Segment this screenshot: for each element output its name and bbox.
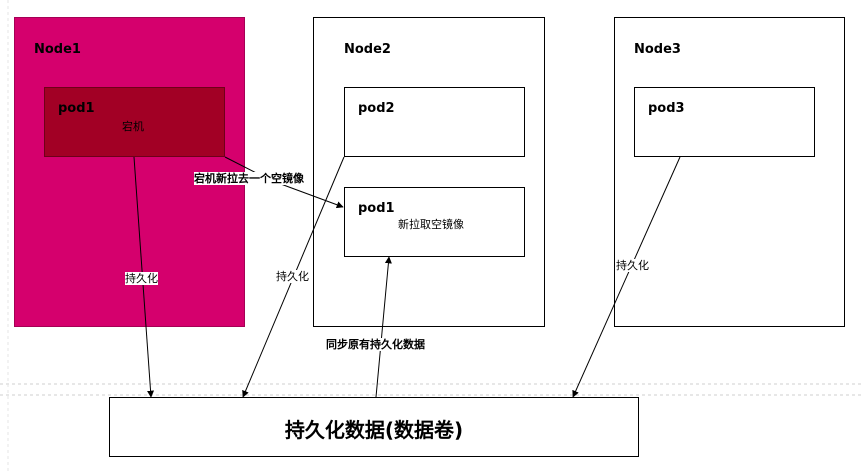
edge-label-persist-3: 持久化 — [616, 259, 649, 272]
connectors — [133, 156, 681, 398]
edge-label-persist-2: 持久化 — [276, 270, 309, 283]
edge-persist-pod3 — [572, 156, 681, 398]
edge-label-persist-1: 持久化 — [125, 272, 158, 285]
edge-label-sync: 同步原有持久化数据 — [326, 338, 425, 351]
edge-sync — [375, 256, 392, 398]
edge-label-repull: 宕机新拉去一个空镜像 — [194, 172, 304, 185]
